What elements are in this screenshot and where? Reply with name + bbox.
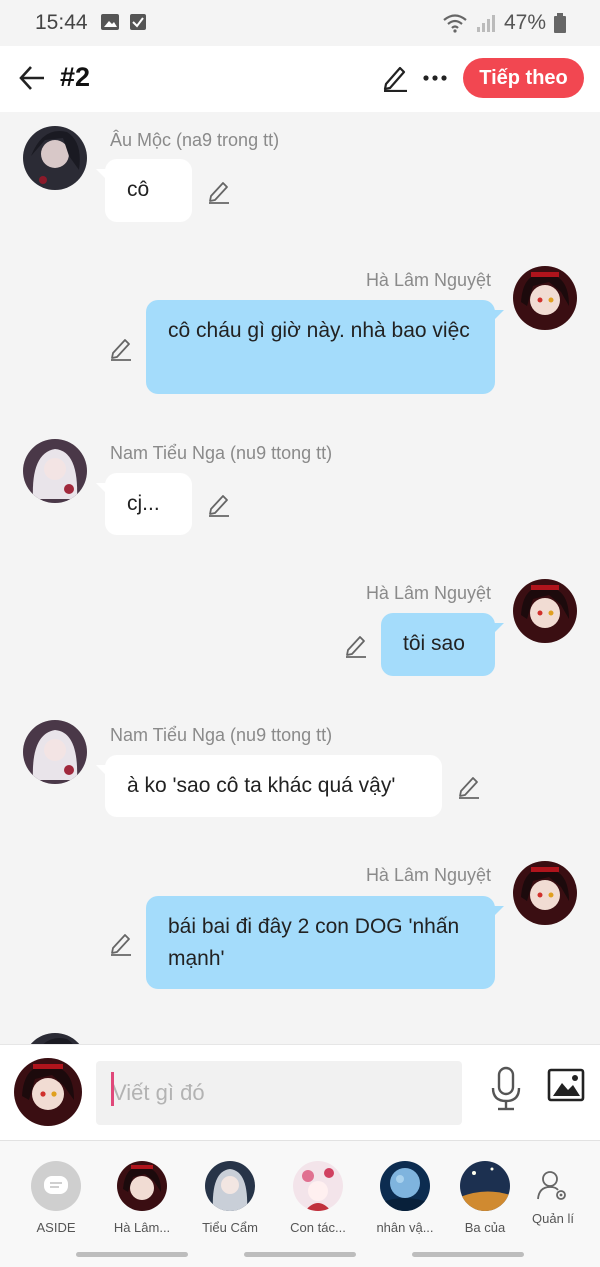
wifi-icon [443,14,467,33]
sender-name: Nam Tiểu Nga (nu9 ttong tt) [110,725,333,745]
moon-avatar [380,1161,430,1211]
bottom-item-character[interactable]: Tiểu Cẩm [188,1161,272,1235]
bottom-item-label: nhân vậ... [376,1220,434,1235]
bottom-item-label: Quản lí [532,1211,574,1226]
sender-name: Nam Tiểu Nga (nu9 ttong tt) [110,443,333,463]
message-bubble[interactable]: cô cháu gì giờ này. nhà bao việc [146,300,504,394]
signal-icon [476,15,495,32]
red-eye-avatar[interactable] [513,266,577,330]
message-bubble[interactable]: tôi sao [381,613,504,676]
battery-level: 47% [503,11,546,34]
chat-thread[interactable]: Âu Mộc (na9 trong tt) cô Hà Lâm Nguyệt c… [0,112,600,1044]
edit-message-icon[interactable] [343,632,369,658]
bottom-bar: ASIDE Hà Lâm... Tiểu Cẩm Con tác... nhân… [0,1140,600,1267]
edit-button[interactable] [380,62,412,94]
sender-name: Hà Lâm Nguyệt [365,583,491,603]
bottom-item-manage[interactable]: Quản lí [511,1161,595,1226]
microphone-icon [491,1066,521,1111]
next-button[interactable]: Tiếp theo [463,58,584,98]
aside-icon [31,1161,81,1211]
bottom-item-label: ASIDE [36,1220,76,1235]
bottom-item-character[interactable]: Hà Lâm... [100,1161,184,1235]
edit-message-icon[interactable] [456,773,482,799]
sender-name: Hà Lâm Nguyệt [365,865,491,885]
bottom-item-character[interactable]: nhân vậ... [363,1161,447,1235]
back-button[interactable] [16,60,48,96]
edit-message-icon[interactable] [206,491,232,517]
bottom-item-label: Tiểu Cẩm [202,1220,258,1235]
white-hair-avatar[interactable] [23,720,87,784]
edit-message-icon[interactable] [108,930,134,956]
dark-hair-avatar[interactable] [23,126,87,190]
more-button[interactable] [420,62,450,94]
pen-icon [383,66,407,93]
page-title: #2 [60,62,91,92]
manage-user-icon [528,1161,578,1211]
text-caret [111,1072,114,1106]
edit-message-icon[interactable] [206,178,232,204]
sender-name: Hà Lâm Nguyệt [365,270,491,290]
nav-pill [244,1252,356,1257]
bottom-item-label: Hà Lâm... [113,1220,171,1235]
header: #2 Tiếp theo [0,46,600,112]
status-bar: 15:44 47% [0,0,600,46]
message-input[interactable] [96,1061,462,1125]
grey-hair-avatar [205,1161,255,1211]
bottom-item-label: Con tác... [290,1220,346,1235]
red-eye-avatar[interactable] [513,861,577,925]
bottom-item-character[interactable]: Con tác... [276,1161,360,1235]
more-dots-icon [423,75,447,81]
nav-pill [76,1252,188,1257]
image-upload-button[interactable] [547,1068,587,1108]
bottom-item-aside[interactable]: ASIDE [14,1161,98,1235]
white-hair-avatar[interactable] [23,439,87,503]
mic-button[interactable] [488,1066,524,1112]
message-bubble[interactable]: cj... [96,473,192,535]
back-arrow-icon [19,66,44,90]
message-bubble[interactable]: cô [96,159,192,222]
night-sky-avatar [460,1161,510,1211]
status-right: 47% [442,11,566,35]
edit-message-icon[interactable] [108,335,134,361]
message-bubble[interactable]: bái bai đi đây 2 con DOG 'nhấn mạnh' [146,896,504,989]
red-eye-avatar[interactable] [513,579,577,643]
flower-avatar [293,1161,343,1211]
battery-icon [554,13,566,33]
red-eye-avatar [117,1161,167,1211]
status-time: 15:44 [35,11,88,34]
sender-name: Âu Mộc (na9 trong tt) [110,130,280,150]
dark-hair-avatar[interactable] [23,1033,87,1044]
message-bubble[interactable]: à ko 'sao cô ta khác quá vậy' [96,755,442,817]
nav-pill [412,1252,524,1257]
image-icon [547,1068,585,1102]
checkbox-notification-icon [130,14,146,30]
current-user-avatar[interactable] [14,1058,82,1126]
gallery-notification-icon [101,14,119,30]
